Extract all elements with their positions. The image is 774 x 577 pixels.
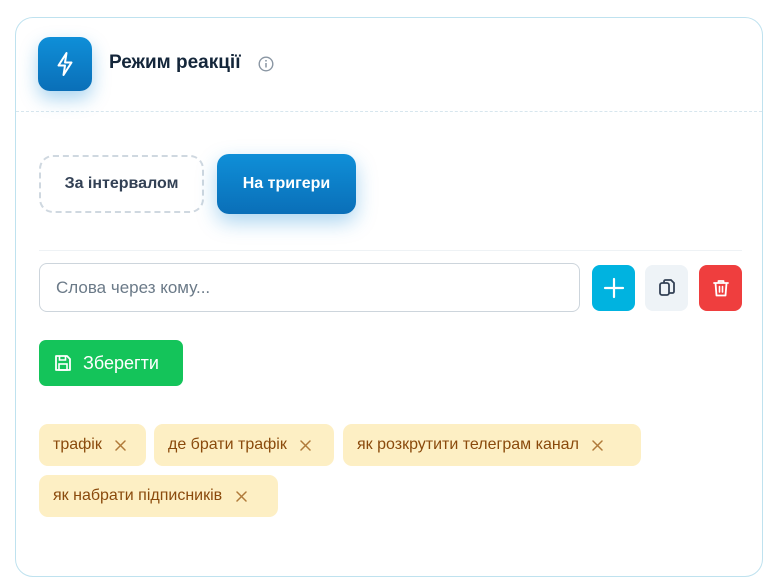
save-button-label: Зберегти [83,352,159,373]
section-title: Режим реакції [109,52,241,73]
copy-icon [658,279,675,296]
divider [39,250,742,251]
tag-label: де брати трафік [168,436,287,453]
card-header: Режим реакції [16,18,762,112]
copy-keywords-button[interactable] [645,265,688,311]
remove-tag-icon[interactable] [591,438,605,452]
keywords-input[interactable] [39,263,580,312]
floppy-disk-icon [55,355,71,371]
delete-keywords-button[interactable] [699,265,742,311]
trash-icon [712,280,729,297]
plus-icon [603,277,624,299]
reaction-mode-card: Режим реакції За інтервалом На тригери С… [15,17,763,577]
add-keyword-button[interactable] [592,265,635,311]
tag-label: як набрати підписників [53,487,223,504]
save-button[interactable]: Зберегти [39,340,183,386]
tag-chip: як набрати підписників [39,475,278,517]
remove-tag-icon[interactable] [299,438,313,452]
tag-chip: трафік [39,424,146,466]
mode-triggers-button[interactable]: На тригери [217,154,356,214]
mode-interval-button[interactable]: За інтервалом [39,155,204,213]
lightning-bolt-icon [38,37,92,91]
tag-label: як розкрутити телеграм канал [357,436,579,453]
info-icon[interactable] [258,56,274,72]
remove-tag-icon[interactable] [234,489,248,503]
tag-chip: як розкрутити телеграм канал [343,424,641,466]
remove-tag-icon[interactable] [114,438,128,452]
tag-chip: де брати трафік [154,424,334,466]
tag-label: трафік [53,436,102,453]
